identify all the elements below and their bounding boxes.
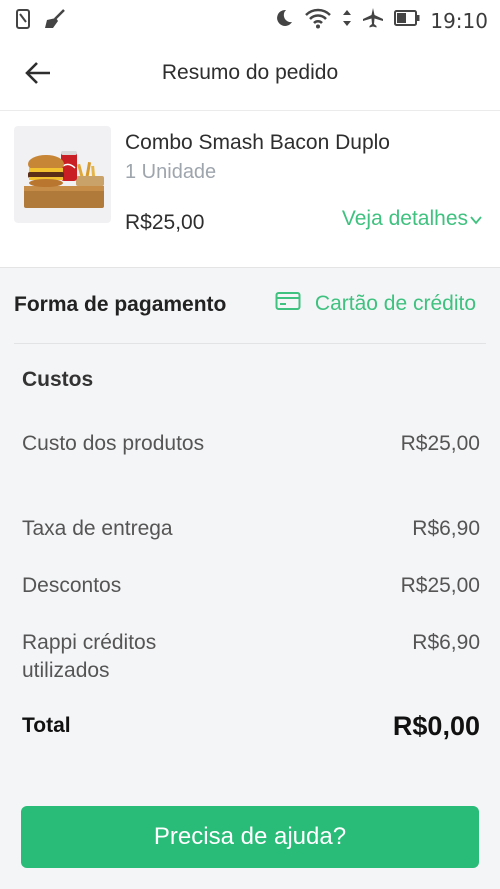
- payment-method-label: Cartão de crédito: [314, 292, 476, 315]
- see-details-link[interactable]: Veja detalhes: [342, 207, 482, 231]
- battery-icon: [394, 9, 420, 32]
- cost-row-value: R$25,00: [400, 432, 480, 455]
- wifi-icon: [304, 7, 332, 34]
- help-button-label: Precisa de ajuda?: [153, 823, 347, 850]
- chevron-down-icon: [470, 207, 482, 231]
- product-units: 1 Unidade: [125, 161, 217, 183]
- airplane-icon: [362, 7, 384, 34]
- broom-icon: [44, 9, 66, 34]
- product-price: R$25,00: [125, 211, 205, 234]
- header: Resumo do pedido: [0, 38, 500, 111]
- help-button[interactable]: Precisa de ajuda?: [21, 806, 479, 868]
- cost-row-label: Taxa de entrega: [22, 517, 173, 540]
- cost-row-value: R$6,90: [412, 631, 480, 654]
- product-card: Combo Smash Bacon Duplo 1 Unidade R$25,0…: [0, 111, 500, 268]
- product-name: Combo Smash Bacon Duplo: [125, 131, 390, 154]
- product-image: [14, 126, 111, 223]
- cost-row-label: Rappi créditos utilizados: [22, 631, 157, 682]
- payment-method[interactable]: Cartão de crédito: [275, 291, 476, 317]
- payment-section: Forma de pagamento Cartão de crédito: [14, 267, 486, 344]
- credit-card-icon: [275, 291, 301, 317]
- page-title: Resumo do pedido: [161, 61, 339, 84]
- payment-label: Forma de pagamento: [14, 293, 227, 316]
- status-bar: 19:10: [0, 0, 500, 38]
- phone-icon: [16, 9, 30, 34]
- costs-title: Custos: [22, 368, 94, 391]
- cost-row-value: R$6,90: [412, 517, 480, 540]
- status-time: 19:10: [430, 8, 488, 33]
- total-value: R$0,00: [392, 711, 480, 741]
- cost-row-label: Custo dos produtos: [22, 432, 205, 455]
- data-arrows-icon: [342, 8, 352, 33]
- cost-row-value: R$25,00: [400, 574, 480, 597]
- see-details-label: Veja detalhes: [341, 207, 468, 230]
- total-label: Total: [22, 714, 71, 737]
- cost-row-label: Descontos: [22, 574, 122, 597]
- moon-icon: [274, 8, 294, 33]
